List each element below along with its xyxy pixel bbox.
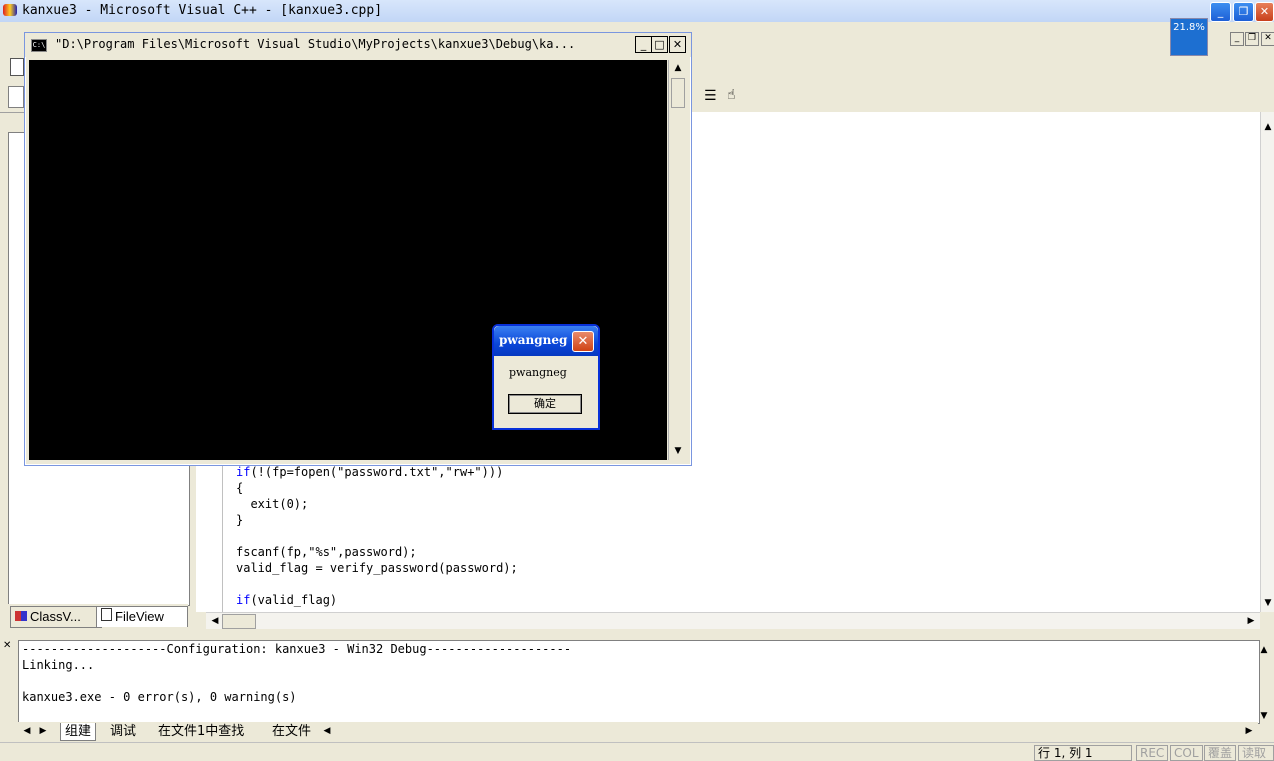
tab-scroll-left-icon[interactable]: ◀ [20,724,34,738]
message-box-text: pwangneg [509,366,567,379]
code-line: { [236,481,244,495]
main-title-bar: kanxue3 - Microsoft Visual C++ - [kanxue… [0,0,1274,22]
app-icon [3,4,17,16]
class-combo[interactable] [8,86,24,108]
console-minimize-button[interactable]: _ [635,36,652,53]
tab-classview[interactable]: ClassV... [10,606,102,628]
message-box: pwangneg ✕ pwangneg 确定 [492,324,600,430]
console-close-button[interactable]: ✕ [669,36,686,53]
scroll-right-icon[interactable]: ▶ [1244,614,1258,628]
console-scrollbar[interactable]: ▲ ▼ [668,60,687,460]
tab-scroll-right-icon[interactable]: ▶ [36,724,50,738]
code-line: } [236,513,244,527]
tab-find-in-files-1[interactable]: 在文件1中查找 [154,723,248,740]
output-panel: --------------------Configuration: kanxu… [18,640,1267,724]
hand-icon[interactable]: ☝ [727,87,743,103]
scroll-up-icon[interactable]: ▲ [671,61,685,75]
scroll-up-icon[interactable]: ▲ [1257,643,1271,657]
scroll-down-icon[interactable]: ▼ [671,444,685,458]
output-scroll-right-icon[interactable]: ▶ [1242,724,1256,738]
scroll-down-icon[interactable]: ▼ [1261,596,1274,610]
output-tabs: ◀ ▶ 组建 调试 在文件1中查找 在文件 ◀ ▶ [18,722,1258,742]
console-maximize-button[interactable]: □ [651,36,668,53]
scroll-left-icon[interactable]: ◀ [208,614,222,628]
ok-button[interactable]: 确定 [508,394,582,414]
output-line: kanxue3.exe - 0 error(s), 0 warning(s) [22,690,297,704]
tab-fileview-label: FileView [115,609,164,624]
tab-build[interactable]: 组建 [60,723,97,741]
cpu-meter: 21.8% [1170,18,1208,56]
mdi-minimize-button[interactable]: _ [1230,32,1244,46]
classview-icon [15,611,27,621]
scroll-up-icon[interactable]: ▲ [1261,120,1274,134]
output-line: --------------------Configuration: kanxu… [22,642,572,656]
console-icon: C:\ [31,39,47,52]
scroll-down-icon[interactable]: ▼ [1257,709,1271,723]
minimize-button[interactable]: _ [1210,2,1231,22]
status-bar: 行 1, 列 1 REC COL 覆盖 读取 [0,742,1274,761]
close-button[interactable]: ✕ [1255,2,1274,22]
code-line: fscanf(fp,"%s",password); [236,545,417,559]
code-line: if(valid_flag) [236,593,338,607]
editor-horizontal-scrollbar[interactable]: ◀ ▶ [206,612,1260,629]
tab-classview-label: ClassV... [30,609,81,624]
message-box-title: pwangneg [499,333,568,347]
main-window-title: kanxue3 - Microsoft Visual C++ - [kanxue… [22,3,383,18]
output-scroll-left-icon[interactable]: ◀ [320,724,334,738]
restore-button[interactable]: ❐ [1233,2,1254,22]
output-line: Linking... [22,658,95,672]
message-box-title-bar[interactable]: pwangneg ✕ [494,326,598,356]
editor-vertical-scrollbar[interactable]: ▲ ▼ [1260,112,1274,612]
mdi-restore-button[interactable]: ❐ [1245,32,1259,46]
scroll-thumb[interactable] [222,614,256,629]
fileview-icon [101,608,112,621]
tab-fileview[interactable]: FileView [96,606,188,627]
scroll-thumb[interactable] [671,78,685,108]
message-box-close-button[interactable]: ✕ [572,331,594,352]
sort-icon[interactable]: ☰ [704,88,720,104]
tab-find-in-files-2[interactable]: 在文件 [268,723,315,740]
mdi-close-button[interactable]: ✕ [1261,32,1274,46]
new-file-icon[interactable] [10,58,24,76]
tab-debug[interactable]: 调试 [106,723,140,740]
console-title-bar[interactable]: C:\ "D:\Program Files\Microsoft Visual S… [25,33,691,57]
output-close-icon[interactable]: ✕ [3,640,11,651]
code-line: exit(0); [236,497,309,511]
workspace-tabs: ClassV... FileView [8,604,188,630]
code-line: if(!(fp=fopen("password.txt","rw+"))) [236,465,504,479]
code-line: valid_flag = verify_password(password); [236,561,518,575]
console-title: "D:\Program Files\Microsoft Visual Studi… [55,37,576,51]
